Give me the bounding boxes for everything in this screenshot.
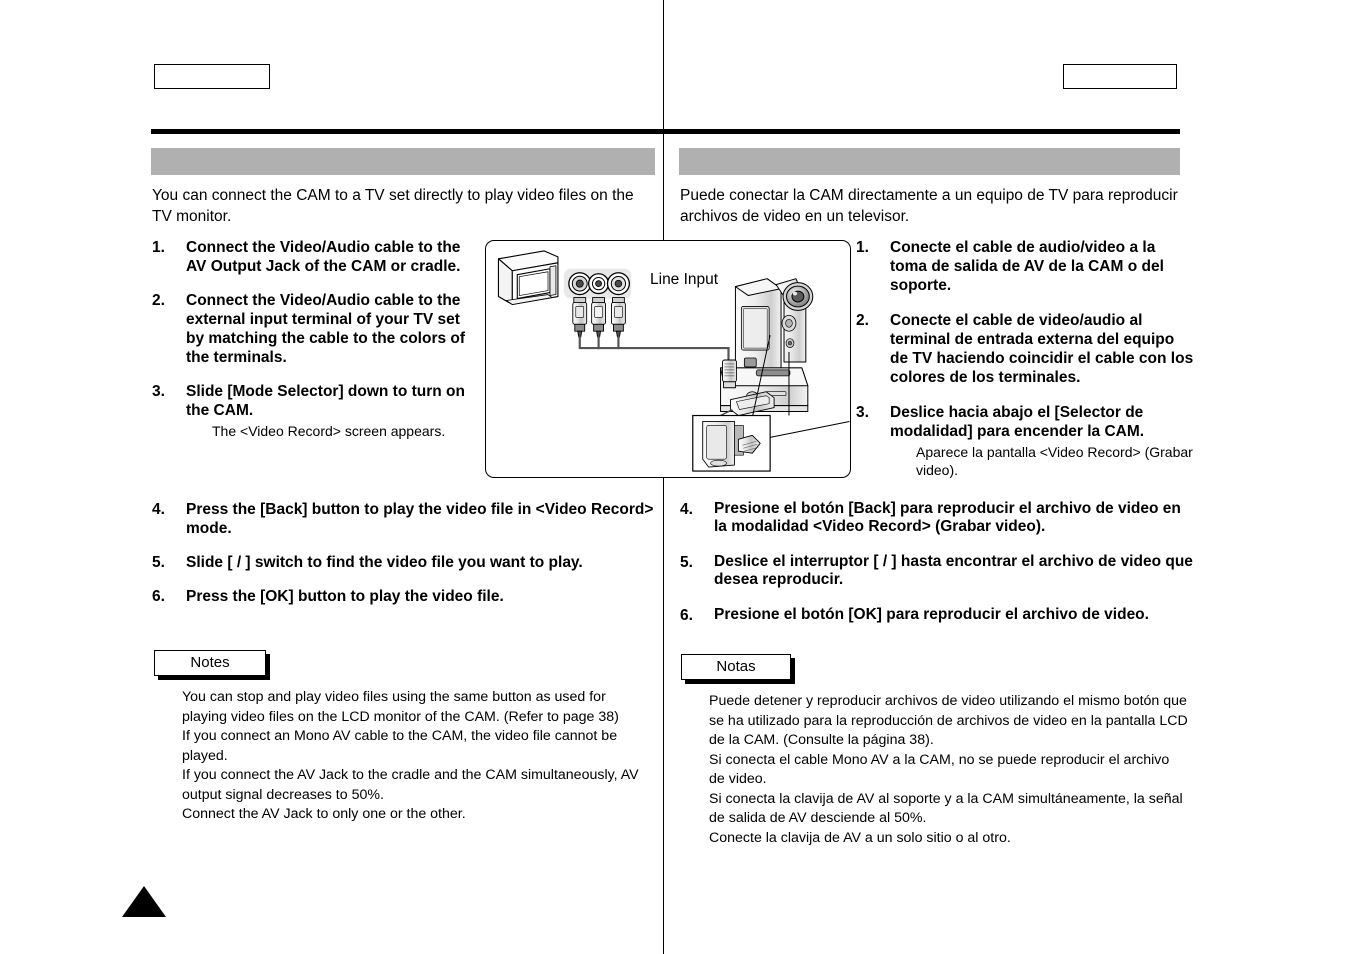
step-text: Press the [OK] button to play the video … — [186, 588, 504, 605]
step-body: Press the [Back] button to play the vide… — [186, 500, 662, 538]
camcorder-icon — [734, 278, 814, 373]
rca-plug-audio-right — [611, 297, 626, 338]
step-number: 1. — [856, 239, 869, 256]
step-item: 6. Press the [OK] button to play the vide… — [152, 587, 662, 606]
notes-label-english: Notes — [154, 650, 266, 676]
rca-jack-video — [568, 272, 592, 296]
step-number: 1. — [152, 239, 165, 256]
header-rule — [151, 129, 1180, 134]
step-item: 1. Connect the Video/Audio cable to the A… — [152, 238, 482, 276]
section-title-bar-spanish — [679, 148, 1180, 175]
step-number: 3. — [152, 383, 165, 400]
rca-plug-video — [572, 297, 588, 338]
line-input-label: Line Input — [650, 271, 719, 288]
rca-plug-audio-left — [591, 297, 606, 338]
step-number: 4. — [152, 501, 165, 518]
av-jack-connector — [722, 359, 737, 389]
step-list-spanish-top: 1. Conecte el cable de audio/video a la t… — [856, 238, 1196, 495]
step-number: 2. — [856, 312, 869, 329]
notes-label-spanish: Notas — [681, 654, 791, 680]
step-body: Press the [OK] button to play the video … — [186, 587, 662, 606]
step-item: 4. Presione el botón [Back] para reproduc… — [680, 500, 1196, 536]
step-text: Slide [ / ] switch to find the video fil… — [186, 554, 583, 571]
intro-paragraph-spanish: Puede conectar la CAM directamente a un … — [680, 187, 1178, 225]
manual-page: You can connect the CAM to a TV set dire… — [0, 0, 1348, 954]
step-item: 5. Slide [ / ] switch to find the video f… — [152, 553, 662, 572]
step-body: Conecte el cable de audio/video a la tom… — [890, 238, 1196, 295]
step-text: Deslice el interruptor [ / ] hasta encon… — [714, 553, 1193, 588]
page-corner-triangle — [122, 886, 166, 917]
step-number: 3. — [856, 404, 869, 421]
step-item: 5. Deslice el interruptor [ / ] hasta enc… — [680, 553, 1196, 589]
step-number: 2. — [152, 292, 165, 309]
step-subtext: Aparece la pantalla <Video Record> (Grab… — [916, 444, 1193, 478]
intro-paragraph-english: You can connect the CAM to a TV set dire… — [152, 187, 634, 225]
header-box-left — [154, 64, 270, 89]
step-body: Presione el botón [Back] para reproducir… — [714, 500, 1196, 536]
note-paragraph: Si conecta la clavija de AV al soporte y… — [709, 790, 1183, 827]
note-paragraph: Si conecta el cable Mono AV a la CAM, no… — [709, 751, 1170, 788]
step-number: 4. — [680, 501, 693, 518]
note-paragraph: Conecte la clavija de AV a un solo sitio… — [709, 829, 1011, 846]
step-body: Deslice hacia abajo el [Selector de moda… — [890, 403, 1196, 479]
step-number: 6. — [152, 588, 165, 605]
camera-lens-icon — [782, 282, 814, 311]
step-body: Slide [Mode Selector] down to turn on th… — [186, 382, 482, 440]
av-cable — [578, 336, 730, 362]
step-body: Presione el botón [OK] para reproducir e… — [714, 606, 1196, 625]
rca-jack-audio-left — [588, 273, 610, 295]
note-paragraph: You can stop and play video files using … — [182, 689, 619, 725]
step-body: Slide [ / ] switch to find the video fil… — [186, 553, 662, 572]
notes-body-english: You can stop and play video files using … — [182, 688, 652, 825]
step-list-english-top: 1. Connect the Video/Audio cable to the A… — [152, 238, 482, 455]
step-list-english-bottom: 4. Press the [Back] button to play the vi… — [152, 500, 662, 621]
step-number: 5. — [680, 554, 693, 571]
step-item: 1. Conecte el cable de audio/video a la t… — [856, 238, 1196, 295]
step-text: Deslice hacia abajo el [Selector de moda… — [890, 404, 1145, 440]
step-text: Presione el botón [Back] para reproducir… — [714, 500, 1181, 535]
step-text: Conecte el cable de audio/video a la tom… — [890, 239, 1164, 294]
step-item: 2. Conecte el cable de video/audio al ter… — [856, 311, 1196, 387]
detail-inset-box — [692, 414, 771, 472]
note-paragraph: If you connect an Mono AV cable to the C… — [182, 728, 618, 764]
step-item: 2. Connect the Video/Audio cable to the e… — [152, 291, 482, 367]
step-number: 5. — [152, 554, 165, 571]
step-text: Slide [Mode Selector] down to turn on th… — [186, 383, 465, 419]
step-body: Deslice el interruptor [ / ] hasta encon… — [714, 553, 1196, 589]
header-box-right — [1063, 64, 1177, 89]
step-subtext: The <Video Record> screen appears. — [212, 423, 446, 439]
step-item: 3. Slide [Mode Selector] down to turn on … — [152, 382, 482, 440]
step-number: 6. — [680, 607, 693, 624]
step-body: Connect the Video/Audio cable to the AV … — [186, 238, 482, 276]
rca-jack-audio-right — [606, 272, 630, 296]
tv-set-icon — [497, 250, 559, 306]
step-body: Conecte el cable de video/audio al termi… — [890, 311, 1196, 387]
step-text: Connect the Video/Audio cable to the ext… — [186, 292, 466, 366]
step-item: 3. Deslice hacia abajo el [Selector de mo… — [856, 403, 1196, 479]
section-title-bar-english — [151, 148, 655, 175]
step-text: Conecte el cable de video/audio al termi… — [890, 312, 1194, 386]
step-item: 6. Presione el botón [OK] para reproducir… — [680, 606, 1196, 625]
step-text: Presione el botón [OK] para reproducir e… — [714, 606, 1149, 623]
rca-jack-panel — [563, 268, 632, 299]
step-item: 4. Press the [Back] button to play the vi… — [152, 500, 662, 538]
notes-body-spanish: Puede detener y reproducir archivos de v… — [709, 692, 1189, 848]
step-text: Connect the Video/Audio cable to the AV … — [186, 239, 461, 275]
step-body: Connect the Video/Audio cable to the ext… — [186, 291, 482, 367]
step-text: Press the [Back] button to play the vide… — [186, 501, 654, 537]
note-paragraph: Connect the AV Jack to only one or the o… — [182, 806, 466, 822]
note-paragraph: Puede detener y reproducir archivos de v… — [709, 693, 1188, 748]
step-list-spanish-bottom: 4. Presione el botón [Back] para reproduc… — [680, 500, 1196, 642]
note-paragraph: If you connect the AV Jack to the cradle… — [182, 767, 639, 803]
